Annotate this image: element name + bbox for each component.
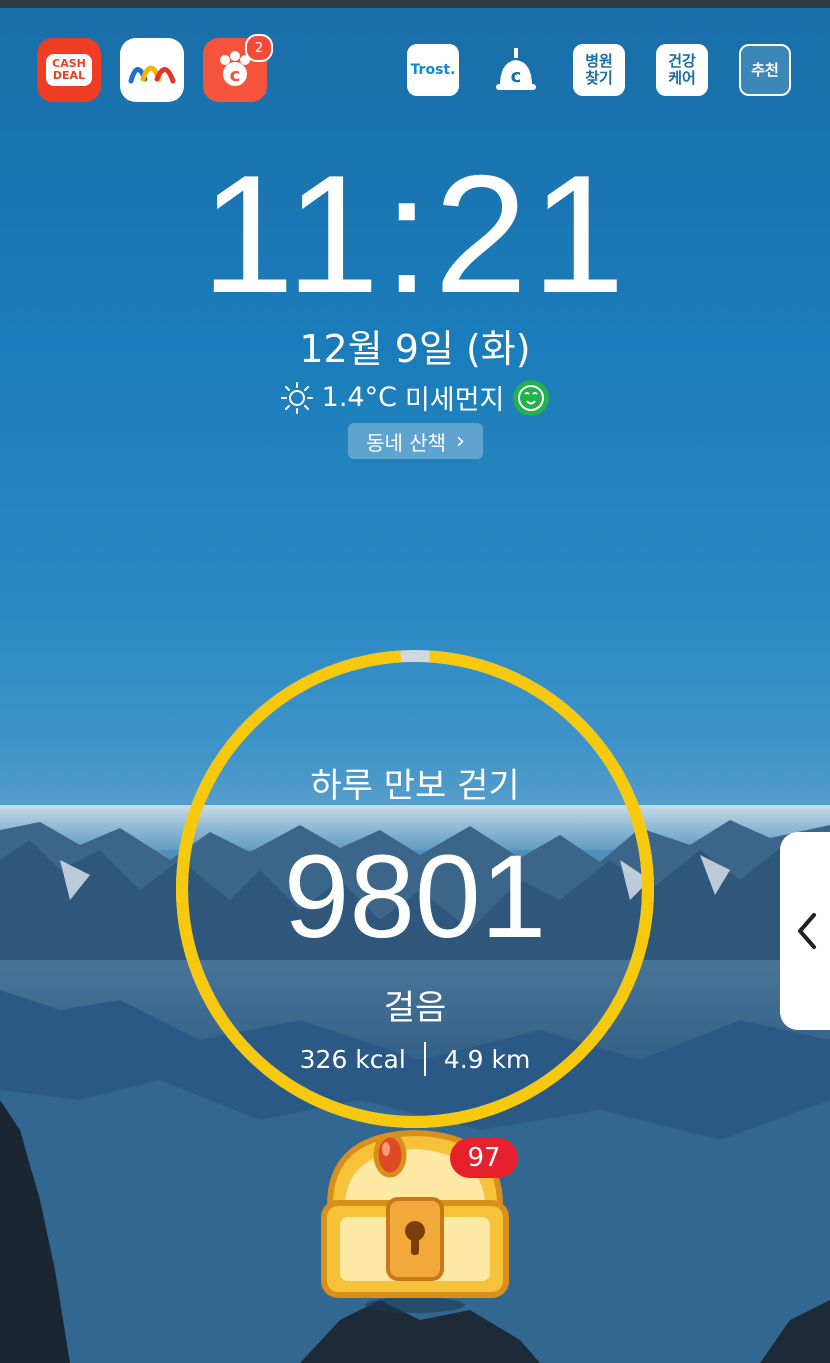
weather-row: 1.4°C 미세먼지 <box>0 378 830 417</box>
distance: 4.9 km <box>443 1044 531 1074</box>
sun-icon <box>280 381 313 414</box>
pedometer-stats: 326 kcal 4.9 km <box>0 1042 830 1076</box>
trost-app-icon[interactable]: Trost. <box>407 44 459 96</box>
c-bell-icon[interactable]: c <box>490 44 542 96</box>
svg-text:c: c <box>511 66 522 87</box>
hospital-label-2: 찾기 <box>585 69 613 87</box>
chevron-right-icon: › <box>456 428 465 454</box>
hospital-label-1: 병원 <box>585 52 613 70</box>
pedometer-title: 하루 만보 걷기 <box>310 766 520 806</box>
wave-app-icon[interactable] <box>120 38 184 102</box>
dust-smile-icon <box>513 379 550 416</box>
recommend-icon[interactable]: 추천 <box>739 44 791 96</box>
cashwalk-app-icon[interactable]: c 2 <box>203 34 273 102</box>
walk-button-label: 동네 산책 <box>366 430 447 455</box>
neighborhood-walk-button[interactable]: 동네 산책 › <box>348 423 483 459</box>
step-unit: 걸음 <box>383 988 447 1028</box>
lockscreen-date: 12월 9일 (화) <box>299 327 531 371</box>
health-label-1: 건강 <box>668 52 696 70</box>
svg-text:c: c <box>230 65 241 86</box>
temperature: 1.4°C <box>321 382 397 413</box>
step-count[interactable]: 9801 <box>0 832 830 962</box>
trost-label: Trost. <box>410 61 456 78</box>
hospital-finder-icon[interactable]: 병원 찾기 <box>573 44 625 96</box>
chevron-left-icon <box>798 913 816 949</box>
recommend-label: 추천 <box>751 60 779 79</box>
calories: 326 kcal <box>299 1044 406 1074</box>
cashdeal-tag-icon: CASH DEAL <box>46 54 92 86</box>
health-care-icon[interactable]: 건강 케어 <box>656 44 708 96</box>
lockscreen-clock: 11:21 <box>201 140 629 328</box>
cashdeal-label-2: DEAL <box>52 69 86 82</box>
c-bell-shape-icon: c <box>496 48 536 90</box>
stats-divider <box>423 1042 426 1076</box>
edge-panel-handle[interactable] <box>780 832 830 1030</box>
reward-badge: 97 <box>450 1138 518 1178</box>
health-label-2: 케어 <box>668 69 696 87</box>
cashdeal-app-icon[interactable]: CASH DEAL <box>37 38 101 102</box>
dust-label: 미세먼지 <box>404 385 505 416</box>
notification-badge: 2 <box>245 34 273 62</box>
wave-logo-icon <box>128 65 176 84</box>
